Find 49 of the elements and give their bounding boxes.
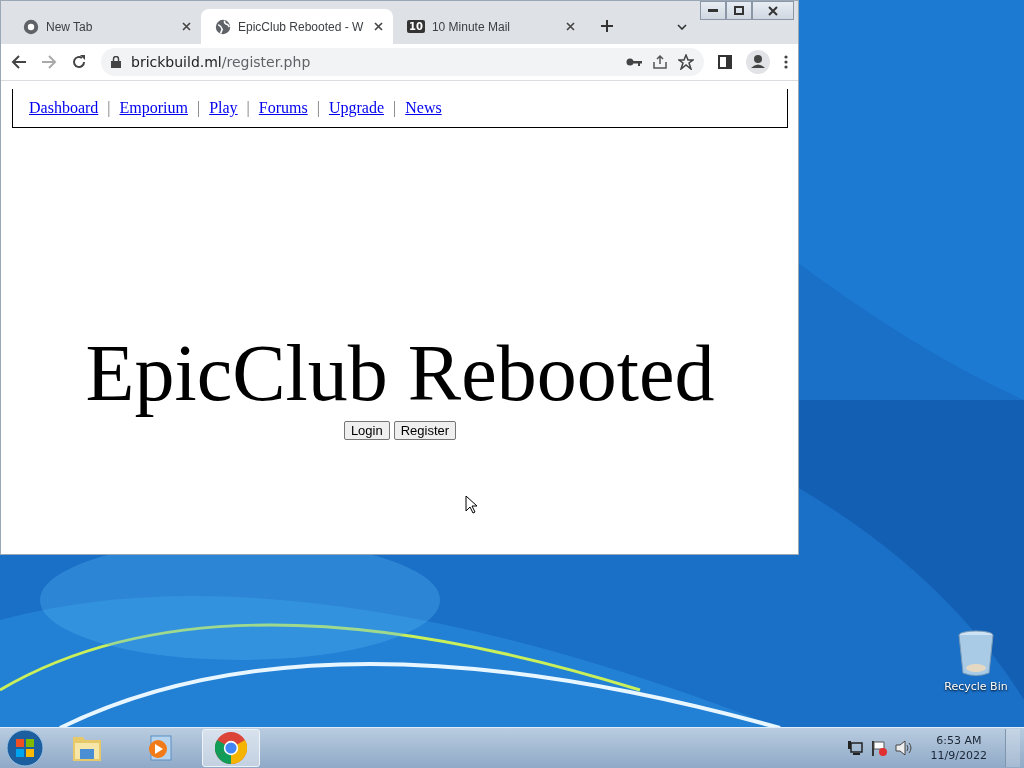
address-bar[interactable]: brickbuild.ml/register.php	[101, 48, 704, 76]
close-button[interactable]	[752, 1, 794, 20]
reload-icon[interactable]	[71, 54, 87, 70]
minimize-button[interactable]	[700, 1, 726, 20]
separator: |	[196, 99, 201, 117]
separator: |	[316, 99, 320, 117]
url-text: brickbuild.ml/register.php	[131, 54, 311, 70]
star-icon[interactable]	[678, 54, 694, 70]
close-icon[interactable]	[566, 22, 575, 31]
restore-button[interactable]	[726, 1, 752, 20]
browser-tab[interactable]: EpicClub Rebooted - W	[201, 9, 393, 44]
restore-icon	[734, 6, 744, 15]
mouse-cursor-icon	[465, 495, 477, 514]
key-icon[interactable]	[626, 57, 642, 67]
site-icon: 10	[407, 20, 425, 33]
start-button[interactable]	[6, 729, 44, 767]
separator: |	[107, 99, 111, 117]
share-icon[interactable]	[652, 54, 668, 70]
register-button[interactable]: Register	[393, 421, 457, 440]
separator: |	[393, 99, 397, 117]
desktop-icon-label[interactable]: Recycle Bin	[944, 680, 1008, 693]
clock[interactable]: 6:53 AM 11/9/2022	[930, 734, 987, 762]
nav-link[interactable]: Play	[209, 99, 238, 117]
taskbar-app[interactable]	[202, 729, 260, 767]
chevron-down-icon[interactable]	[677, 24, 687, 30]
separator: |	[246, 99, 250, 117]
back-icon[interactable]	[11, 54, 27, 70]
lock-icon	[111, 56, 121, 68]
speaker-icon[interactable]	[894, 740, 913, 756]
menu-icon[interactable]	[784, 55, 788, 69]
close-icon[interactable]	[374, 22, 383, 31]
nav-link[interactable]: News	[405, 99, 442, 117]
login-button[interactable]: Login	[343, 421, 390, 440]
minimize-icon	[708, 8, 718, 13]
nav-link[interactable]: Emporium	[119, 99, 188, 117]
flag-icon[interactable]	[870, 740, 887, 756]
network-icon[interactable]	[846, 740, 863, 756]
new-tab-icon[interactable]	[601, 20, 613, 32]
close-icon[interactable]	[182, 22, 191, 31]
profile-icon[interactable]	[746, 50, 770, 74]
nav-link[interactable]: Forums	[258, 99, 308, 117]
nav-link[interactable]: Upgrade	[328, 99, 384, 117]
close-icon	[768, 5, 778, 16]
browser-tab[interactable]: New Tab	[9, 9, 201, 44]
globe-icon	[215, 18, 231, 35]
recycle-bin-icon[interactable]	[958, 630, 994, 676]
nav-link[interactable]: Dashboard	[29, 99, 99, 117]
browser-tab[interactable]: 10 10 Minute Mail	[393, 9, 585, 44]
side-panel-icon[interactable]	[718, 55, 732, 69]
